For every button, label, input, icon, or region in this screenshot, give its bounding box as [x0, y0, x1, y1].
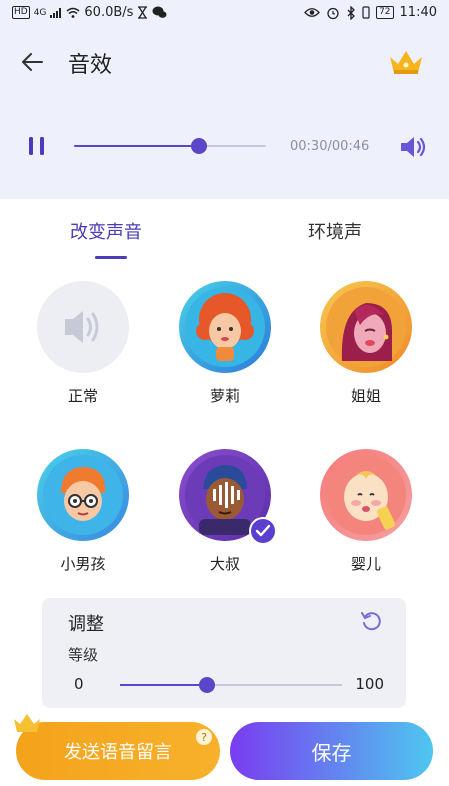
woman-face-icon: [326, 287, 406, 367]
hourglass-icon: [138, 6, 148, 19]
playback-progress-slider[interactable]: [74, 138, 266, 154]
voice-option-little-boy[interactable]: 小男孩: [28, 449, 138, 574]
pause-icon: [29, 137, 44, 155]
active-tab-indicator: [95, 256, 127, 259]
clock: 11:40: [399, 5, 437, 20]
network-type: 4G: [33, 7, 47, 18]
eye-icon: [304, 8, 320, 17]
battery-level: 72: [376, 6, 394, 19]
send-voice-message-button[interactable]: 发送语音留言: [16, 722, 220, 780]
tab-change-voice[interactable]: 改变声音: [70, 218, 142, 244]
man-avatar: [179, 449, 277, 545]
network-speed: 60.0B/s: [84, 5, 134, 20]
speaker-icon: [65, 311, 99, 343]
reset-icon: [361, 612, 381, 631]
volume-icon: [401, 137, 426, 157]
save-label: 保存: [311, 740, 352, 765]
vibrate-icon: [362, 6, 370, 19]
voice-label: 姐姐: [350, 387, 381, 405]
level-label: 等级: [68, 646, 99, 664]
crown-icon: [14, 714, 40, 732]
pause-button[interactable]: [26, 135, 48, 157]
girl-face-icon: [185, 287, 265, 367]
level-slider[interactable]: [120, 677, 342, 693]
alarm-icon: [327, 7, 339, 19]
selected-check-badge: [249, 517, 277, 545]
girl-avatar: [179, 281, 271, 373]
check-icon: [255, 524, 271, 537]
crown-icon: [390, 51, 422, 74]
normal-voice-avatar: [37, 281, 129, 373]
volume-button[interactable]: [399, 134, 427, 160]
bluetooth-icon: [347, 5, 355, 20]
wifi-icon: [66, 7, 80, 18]
voice-option-normal[interactable]: 正常: [28, 281, 138, 406]
reset-button[interactable]: [360, 610, 382, 632]
voice-label: 小男孩: [60, 555, 106, 573]
level-slider-fill: [120, 684, 207, 686]
hd-badge: HD: [12, 6, 30, 19]
adjust-panel: 调整 等级 0 100: [42, 598, 406, 708]
help-badge[interactable]: ?: [196, 729, 212, 745]
tab-ambient-sound[interactable]: 环境声: [308, 218, 362, 244]
voice-option-baby[interactable]: 婴儿: [311, 449, 421, 574]
voice-label: 大叔: [209, 555, 240, 573]
level-slider-knob[interactable]: [198, 677, 215, 693]
level-min: 0: [74, 675, 84, 693]
arrow-left-icon: [22, 53, 43, 71]
voice-label: 正常: [67, 387, 98, 405]
playback-progress-knob[interactable]: [190, 138, 207, 154]
save-button[interactable]: 保存: [230, 722, 433, 780]
adjust-title: 调整: [68, 614, 104, 635]
vip-crown-button[interactable]: [387, 48, 425, 78]
wechat-icon: [152, 6, 167, 18]
page-title: 音效: [68, 53, 113, 78]
baby-face-icon: [326, 455, 406, 535]
level-max: 100: [355, 675, 384, 693]
voice-option-sister[interactable]: 姐姐: [311, 281, 421, 406]
back-button[interactable]: [18, 48, 46, 76]
voice-option-loli[interactable]: 萝莉: [170, 281, 280, 406]
boy-face-icon: [43, 455, 123, 535]
header-area: [0, 0, 449, 199]
status-left: HD 4G 60.0B/s: [12, 5, 167, 20]
status-right: 72 11:40: [304, 5, 437, 20]
voice-label: 婴儿: [350, 555, 381, 573]
woman-avatar: [320, 281, 412, 373]
playback-time: 00:30/00:46: [290, 139, 370, 154]
voice-label: 萝莉: [209, 387, 240, 405]
status-bar: HD 4G 60.0B/s 72 11:40: [0, 0, 449, 28]
send-voice-message-label: 发送语音留言: [64, 742, 172, 763]
boy-avatar: [37, 449, 129, 541]
baby-avatar: [320, 449, 412, 541]
playback-progress-fill: [74, 145, 199, 147]
voice-option-uncle[interactable]: 大叔: [170, 449, 280, 574]
signal-icon: [50, 7, 62, 18]
